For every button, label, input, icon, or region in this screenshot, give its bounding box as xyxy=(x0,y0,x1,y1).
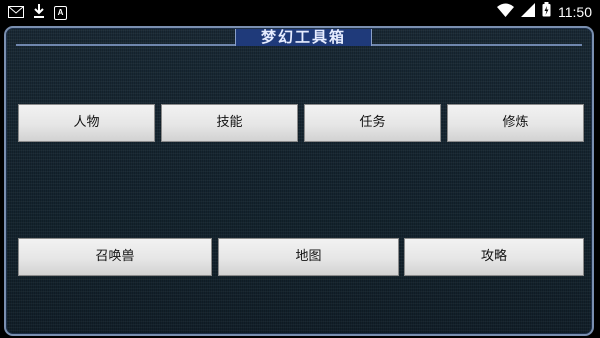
guide-button[interactable]: 攻略 xyxy=(404,238,584,276)
map-button[interactable]: 地图 xyxy=(218,238,399,276)
skills-button[interactable]: 技能 xyxy=(161,104,298,142)
status-right-icons: 11:50 xyxy=(497,2,592,21)
tool-window: 梦幻工具箱 人物 技能 任务 修炼 召唤兽 地图 攻略 xyxy=(4,26,594,336)
cultivation-button[interactable]: 修炼 xyxy=(447,104,584,142)
window-title: 梦幻工具箱 xyxy=(235,29,372,46)
summoned-beast-button[interactable]: 召唤兽 xyxy=(18,238,212,276)
download-icon xyxy=(33,3,45,22)
status-left-icons: A xyxy=(8,3,67,22)
battery-icon xyxy=(542,2,551,21)
status-bar: A 11:50 xyxy=(0,0,600,22)
mail-icon xyxy=(8,3,24,22)
wifi-icon xyxy=(497,2,514,21)
character-button[interactable]: 人物 xyxy=(18,104,155,142)
quests-button[interactable]: 任务 xyxy=(304,104,441,142)
clock-time: 11:50 xyxy=(558,3,592,20)
font-a-icon: A xyxy=(54,5,67,20)
signal-icon xyxy=(521,2,535,21)
